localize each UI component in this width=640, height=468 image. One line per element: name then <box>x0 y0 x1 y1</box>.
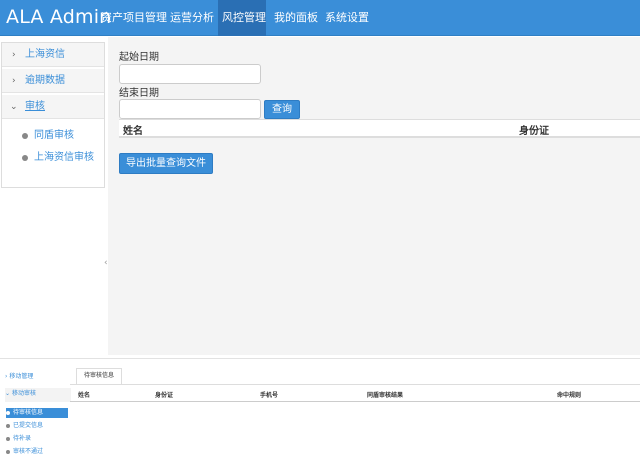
collapse-sidebar-icon[interactable]: ‹ <box>104 258 108 268</box>
chevron-down-icon: ⌄ <box>5 390 11 397</box>
column-header-id-number: 身份证 <box>155 392 174 399</box>
lower-panel: › 移动管理 ⌄ 移动审核 待审核信息 已提交信息 待补录 审核不通过 待审核信… <box>0 358 640 468</box>
bullet-icon <box>22 133 28 139</box>
start-date-label: 起始日期 <box>119 52 159 63</box>
content-area <box>108 37 640 355</box>
sidebar-subitem-shanghai-credit-review[interactable]: 上海资信审核 <box>22 151 102 179</box>
sidebar-item-overdue-data[interactable]: › 逾期数据 <box>2 69 104 93</box>
start-date-input[interactable] <box>119 64 261 84</box>
chevron-down-icon: ⌄ <box>10 102 18 112</box>
nav-item-asset-management[interactable]: 资产项目管理 <box>101 0 167 36</box>
column-header-hit-rules: 命中规则 <box>557 392 582 399</box>
lower-table-header: 姓名 身份证 手机号 同盾审核结果 命中规则 <box>70 388 640 402</box>
lower-subitem-submitted[interactable]: 已提交信息 <box>6 421 68 431</box>
sidebar-item-label: 审核 <box>25 101 45 112</box>
lower-subitem-pending-supplement[interactable]: 待补录 <box>6 434 68 444</box>
nav-item-my-panel[interactable]: 我的面板 <box>274 0 318 36</box>
bullet-icon <box>6 423 10 428</box>
brand-logo[interactable]: ALA Admin <box>6 6 111 28</box>
lower-subitem-rejected[interactable]: 审核不通过 <box>6 447 68 457</box>
bullet-icon <box>6 410 10 415</box>
sidebar-item-review[interactable]: ⌄ 审核 <box>2 95 104 119</box>
sidebar-item-label: 上海资信 <box>25 49 65 60</box>
bullet-icon <box>22 155 28 161</box>
query-button[interactable]: 查询 <box>264 100 300 119</box>
export-batch-query-button[interactable]: 导出批量查询文件 <box>119 153 213 174</box>
column-header-id-number: 身份证 <box>519 126 549 137</box>
end-date-label: 结束日期 <box>119 88 159 99</box>
sidebar-item-label: 逾期数据 <box>25 75 65 86</box>
column-header-tongdun-result: 同盾审核结果 <box>367 392 404 399</box>
tab-pending-review[interactable]: 待审核信息 <box>76 368 122 384</box>
column-header-name: 姓名 <box>123 126 143 137</box>
chevron-right-icon: › <box>12 76 16 86</box>
tab-divider <box>70 384 640 385</box>
bullet-icon <box>6 436 10 441</box>
top-navbar: ALA Admin 资产项目管理 运营分析 风控管理 我的面板 系统设置 <box>0 0 640 36</box>
nav-item-system-settings[interactable]: 系统设置 <box>325 0 369 36</box>
nav-item-operations-analysis[interactable]: 运营分析 <box>170 0 214 36</box>
lower-sidebar-item-mobile-review[interactable]: ⌄ 移动审核 <box>5 388 71 402</box>
sidebar: › 上海资信 › 逾期数据 ⌄ 审核 同盾审核 上海资信审核 <box>1 42 105 188</box>
lower-sidebar-item-mobile-management[interactable]: › 移动管理 <box>5 371 75 380</box>
bullet-icon <box>6 449 10 454</box>
nav-item-risk-management[interactable]: 风控管理 <box>218 0 266 36</box>
end-date-input[interactable] <box>119 99 261 119</box>
table-header: 姓名 身份证 <box>119 119 640 138</box>
sidebar-item-shanghai-credit[interactable]: › 上海资信 <box>2 43 104 67</box>
column-header-name: 姓名 <box>78 392 91 399</box>
chevron-right-icon: › <box>5 373 8 380</box>
sidebar-filler <box>0 188 108 356</box>
lower-subitem-pending-review[interactable]: 待审核信息 <box>6 408 68 418</box>
chevron-right-icon: › <box>12 50 16 60</box>
sidebar-subitem-tongdun-review[interactable]: 同盾审核 <box>22 129 102 143</box>
column-header-phone: 手机号 <box>260 392 279 399</box>
